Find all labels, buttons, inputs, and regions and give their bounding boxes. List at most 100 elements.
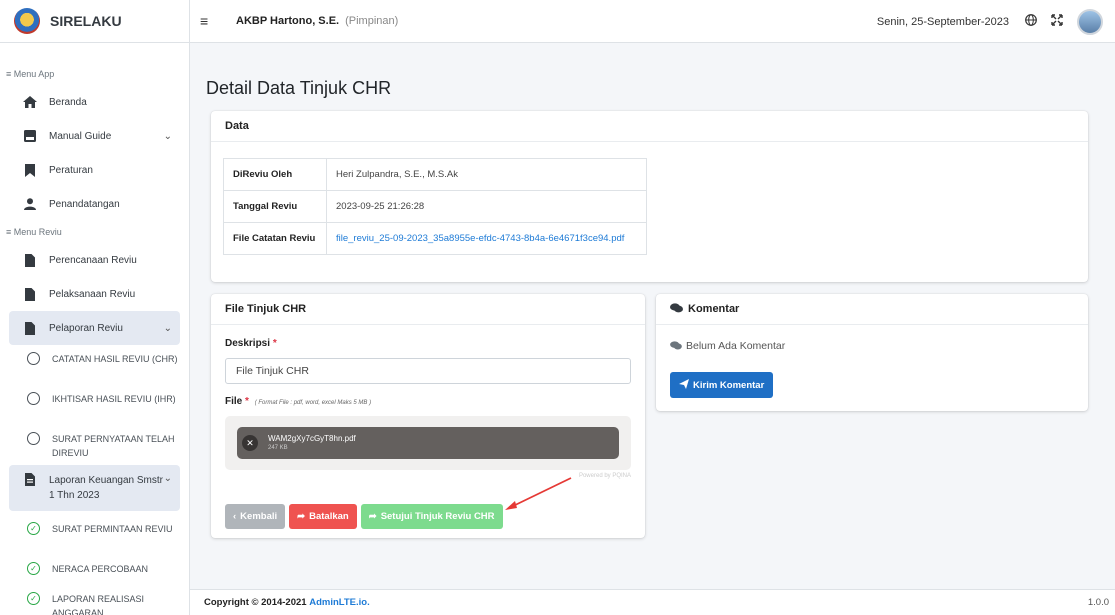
button-label: Kirim Komentar [693,379,765,391]
sidebar-item-beranda[interactable]: Beranda [9,85,180,119]
logo [14,8,40,34]
current-date: Senin, 25-September-2023 [876,15,1009,28]
label-text: File [225,396,243,407]
card-title: Komentar [688,303,740,315]
back-button[interactable]: ‹ Kembali [225,504,286,529]
share-icon: ➦ [297,511,306,522]
paper-plane-icon [679,378,689,392]
action-buttons: ‹ Kembali ➦ Batalkan ➦ Setujui Tinjuk Re… [225,504,503,529]
sidebar-subitem-label: CATATAN HASIL REVIU (CHR) [52,354,178,364]
file-tinjuk-card: File Tinjuk CHR Deskripsi * File Tinjuk … [211,294,645,538]
table-row: File Catatan Reviu file_reviu_25-09-2023… [223,222,647,255]
chevron-down-icon: ⌄ [163,473,172,484]
sidebar-item-label: Penandatangan [49,198,120,210]
deskripsi-label: Deskripsi * [225,338,277,349]
comments-icon [670,340,682,352]
sidebar-item-peraturan[interactable]: Peraturan [9,153,180,187]
uploaded-file-size: 247 KB [268,445,288,451]
sidebar-item-label: Beranda [49,96,87,108]
sidebar-subitem-label: LAPORAN REALISASI ANGGARAN [52,594,145,615]
sidebar-subitem-neraca[interactable]: ✓ NERACA PERCOBAAN [9,555,180,585]
row-key: File Catatan Reviu [223,222,327,255]
sidebar-subitem-surat-permintaan[interactable]: ✓ SURAT PERMINTAAN REVIU [9,515,180,555]
table-row: DiReviu Oleh Heri Zulpandra, S.E., M.S.A… [223,158,647,191]
home-icon [21,96,39,108]
uploaded-file-item: ✕ WAM2gXy7cGyT8hn.pdf 247 KB [237,427,619,459]
file-link[interactable]: file_reviu_25-09-2023_35a8955e-efdc-4743… [336,233,624,244]
sidebar: SIRELAKU ≡ Menu App Beranda Manual Guide… [0,0,190,615]
circle-icon [27,392,40,405]
sidebar-subitem-label: SURAT PERMINTAAN REVIU [52,524,173,534]
file-label: File * ( Format File : pdf, word, excel … [225,396,371,407]
row-value: 2023-09-25 21:26:28 [326,190,647,223]
remove-file-icon[interactable]: ✕ [242,435,258,451]
row-key: DiReviu Oleh [223,158,327,191]
file-icon [21,253,39,267]
powered-by[interactable]: Powered by PQINA [579,473,631,479]
brand[interactable]: SIRELAKU [0,0,189,43]
sidebar-item-label: Peraturan [49,164,93,176]
sidebar-subitem-chr[interactable]: CATATAN HASIL REVIU (CHR) [9,345,180,385]
user-role: (Pimpinan) [345,15,399,27]
user-name: AKBP Hartono, S.E. [236,15,340,27]
required-mark: * [245,396,249,407]
required-mark: * [272,338,277,349]
comments-icon [670,302,683,316]
check-circle-icon: ✓ [27,562,40,575]
bookmark-icon [21,163,39,177]
button-label: Batalkan [309,511,349,522]
approve-button[interactable]: ➦ Setujui Tinjuk Reviu CHR [360,504,503,529]
page-title: Detail Data Tinjuk CHR [206,78,392,98]
nav-header-reviu: ≡ Menu Reviu [6,227,62,237]
button-label: Kembali [240,511,278,522]
menu-icon[interactable]: ≡ [200,13,220,29]
sidebar-item-pelaksanaan[interactable]: Pelaksanaan Reviu [9,277,180,311]
chevron-left-icon: ‹ [233,511,237,522]
fullscreen-icon[interactable] [1051,14,1063,29]
file-icon [21,287,39,301]
card-header: File Tinjuk CHR [211,294,645,325]
sidebar-subitem-label: SURAT PERNYATAAN TELAH DIREVIU [52,434,175,458]
annotation-arrow [505,477,572,510]
sidebar-subitem-surat-pernyataan[interactable]: SURAT PERNYATAAN TELAH DIREVIU [9,425,180,465]
share-icon: ➦ [368,511,377,522]
user-icon [21,198,39,210]
comment-empty-state: Belum Ada Komentar [670,340,785,352]
chevron-down-icon: ⌄ [163,130,172,142]
empty-text: Belum Ada Komentar [686,340,786,352]
send-comment-button[interactable]: Kirim Komentar [670,372,774,398]
deskripsi-input[interactable]: File Tinjuk CHR [225,358,631,384]
row-key: Tanggal Reviu [223,190,327,223]
sidebar-item-laporan-keuangan[interactable]: Laporan Keuangan Smstr 1 Thn 2023 ⌄ [9,465,180,511]
sidebar-item-label: Laporan Keuangan Smstr 1 Thn 2023 [49,475,163,501]
sidebar-item-penandatangan[interactable]: Penandatangan [9,187,180,221]
file-icon [21,321,39,335]
table-row: Tanggal Reviu 2023-09-25 21:26:28 [223,190,647,223]
circle-icon [27,432,40,445]
cancel-button[interactable]: ➦ Batalkan [289,504,357,529]
sidebar-subitem-lra[interactable]: ✓ LAPORAN REALISASI ANGGARAN [9,585,180,615]
file-invoice-icon [21,473,39,486]
card-header: Komentar [656,294,1088,325]
sidebar-item-label: Pelaksanaan Reviu [49,288,136,300]
info-table: DiReviu Oleh Heri Zulpandra, S.E., M.S.A… [223,158,647,255]
row-value-cell: file_reviu_25-09-2023_35a8955e-efdc-4743… [326,222,647,255]
sidebar-subitem-label: IKHTISAR HASIL REVIU (IHR) [52,394,176,404]
footer: Copyright © 2014-2021 AdminLTE.io. 1.0.0 [190,589,1115,615]
file-upload-dropzone[interactable]: ✕ WAM2gXy7cGyT8hn.pdf 247 KB [225,416,631,470]
sidebar-item-manual-guide[interactable]: Manual Guide ⌄ [9,119,180,153]
sidebar-item-perencanaan[interactable]: Perencanaan Reviu [9,243,180,277]
sidebar-item-pelaporan[interactable]: Pelaporan Reviu ⌄ [9,311,180,345]
row-value: Heri Zulpandra, S.E., M.S.Ak [326,158,647,191]
book-icon [21,130,39,142]
button-label: Setujui Tinjuk Reviu CHR [380,511,495,522]
globe-icon[interactable] [1025,14,1037,29]
check-circle-icon: ✓ [27,522,40,535]
sidebar-item-label: Perencanaan Reviu [49,254,137,266]
footer-link[interactable]: AdminLTE.io. [309,597,370,608]
chevron-down-icon: ⌄ [163,322,172,334]
card-header: Data [211,111,1088,142]
avatar[interactable] [1077,8,1103,35]
data-card: Data DiReviu Oleh Heri Zulpandra, S.E., … [211,111,1088,282]
sidebar-subitem-ihr[interactable]: IKHTISAR HASIL REVIU (IHR) [9,385,180,425]
